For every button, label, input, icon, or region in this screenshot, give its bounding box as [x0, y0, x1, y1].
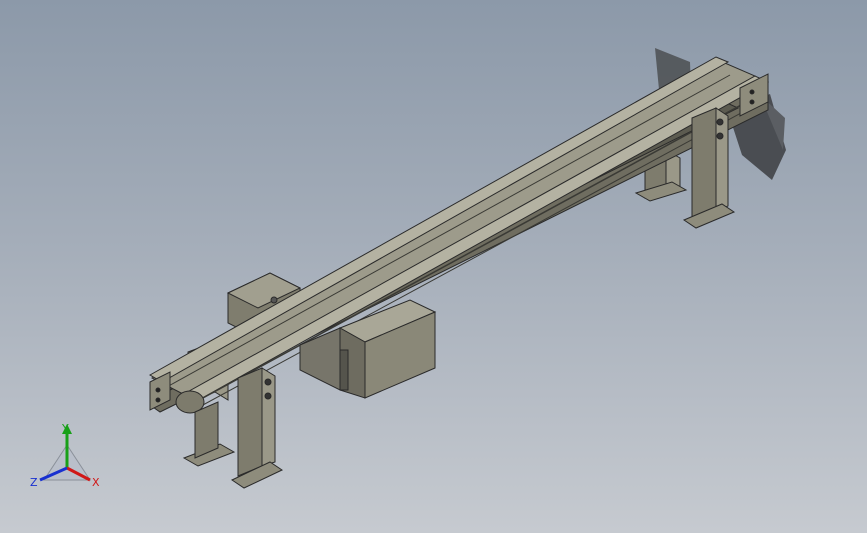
conveyor-model[interactable]: [0, 0, 867, 533]
front-left-leg[interactable]: [230, 367, 284, 489]
front-right-leg[interactable]: [682, 107, 736, 229]
x-axis-label: X: [92, 476, 100, 489]
y-axis-label: Y: [61, 422, 69, 435]
graphics-viewport[interactable]: Y X Z: [0, 0, 867, 533]
conveyor-frame[interactable]: [148, 56, 770, 413]
axis-triad[interactable]: Y X Z: [22, 420, 112, 500]
z-axis-label: Z: [30, 476, 38, 489]
